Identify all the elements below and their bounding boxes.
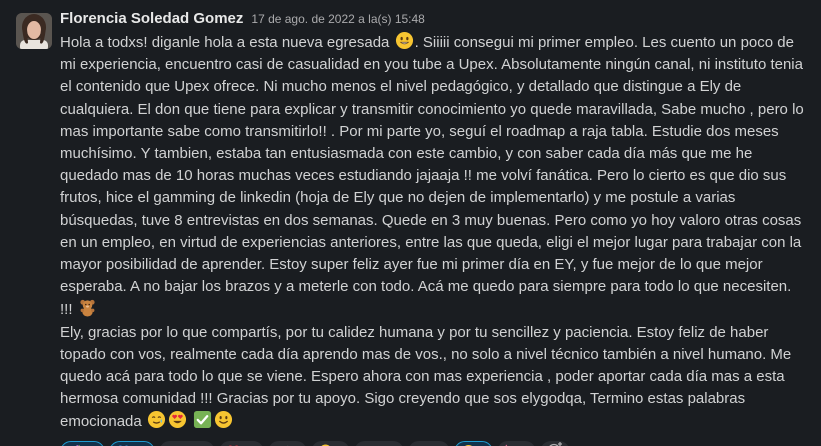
heart-eyes-face-icon xyxy=(168,410,187,429)
paragraph-1-text-b: . Siiiii consegui mi primer empleo. Les … xyxy=(60,34,804,319)
reaction-party-popper[interactable]: 18 xyxy=(60,440,106,446)
reaction-growing-heart[interactable]: 3 xyxy=(496,440,536,446)
smiling-face-icon xyxy=(395,31,414,50)
add-emoji-icon xyxy=(547,441,563,446)
teddy-bear-icon xyxy=(78,298,97,317)
reaction-clapping-hands[interactable]: 10 xyxy=(158,440,215,446)
message-container: Florencia Soledad Gomez 17 de ago. de 20… xyxy=(0,0,821,446)
message-content: Florencia Soledad Gomez 17 de ago. de 20… xyxy=(60,8,804,446)
paragraph-1-text-a: Hola a todxs! diganle hola a esta nueva … xyxy=(60,34,390,51)
message-body: Hola a todxs! diganle hola a esta nueva … xyxy=(60,31,804,434)
check-mark-icon xyxy=(193,410,212,429)
add-reaction-button[interactable] xyxy=(539,440,570,446)
reaction-rocket[interactable]: 6 xyxy=(268,440,308,446)
author-name[interactable]: Florencia Soledad Gomez xyxy=(60,8,243,30)
message-paragraph-2: Ely, gracias por lo que compartís, por t… xyxy=(60,322,804,434)
avatar[interactable] xyxy=(16,13,52,49)
slightly-smiling-face-icon xyxy=(214,410,233,429)
smiling-face-with-tear-icon xyxy=(147,410,166,429)
reaction-blue-heart[interactable]: 13 xyxy=(109,440,155,446)
reaction-hugging-face[interactable]: 5 xyxy=(311,440,351,446)
reaction-heart-eyes[interactable]: 3 xyxy=(453,440,493,446)
reactions-bar: 18 13 10 16 6 5 xyxy=(60,440,801,446)
reaction-red-heart[interactable]: 16 xyxy=(218,440,264,446)
reaction-hundred-points[interactable]: 100 3 xyxy=(408,440,450,446)
message-timestamp[interactable]: 17 de ago. de 2022 a la(s) 15:48 xyxy=(251,8,424,30)
message-header: Florencia Soledad Gomez 17 de ago. de 20… xyxy=(60,8,801,30)
reaction-raising-hands[interactable]: 4 xyxy=(354,440,405,446)
message-paragraph-1: Hola a todxs! diganle hola a esta nueva … xyxy=(60,31,804,322)
